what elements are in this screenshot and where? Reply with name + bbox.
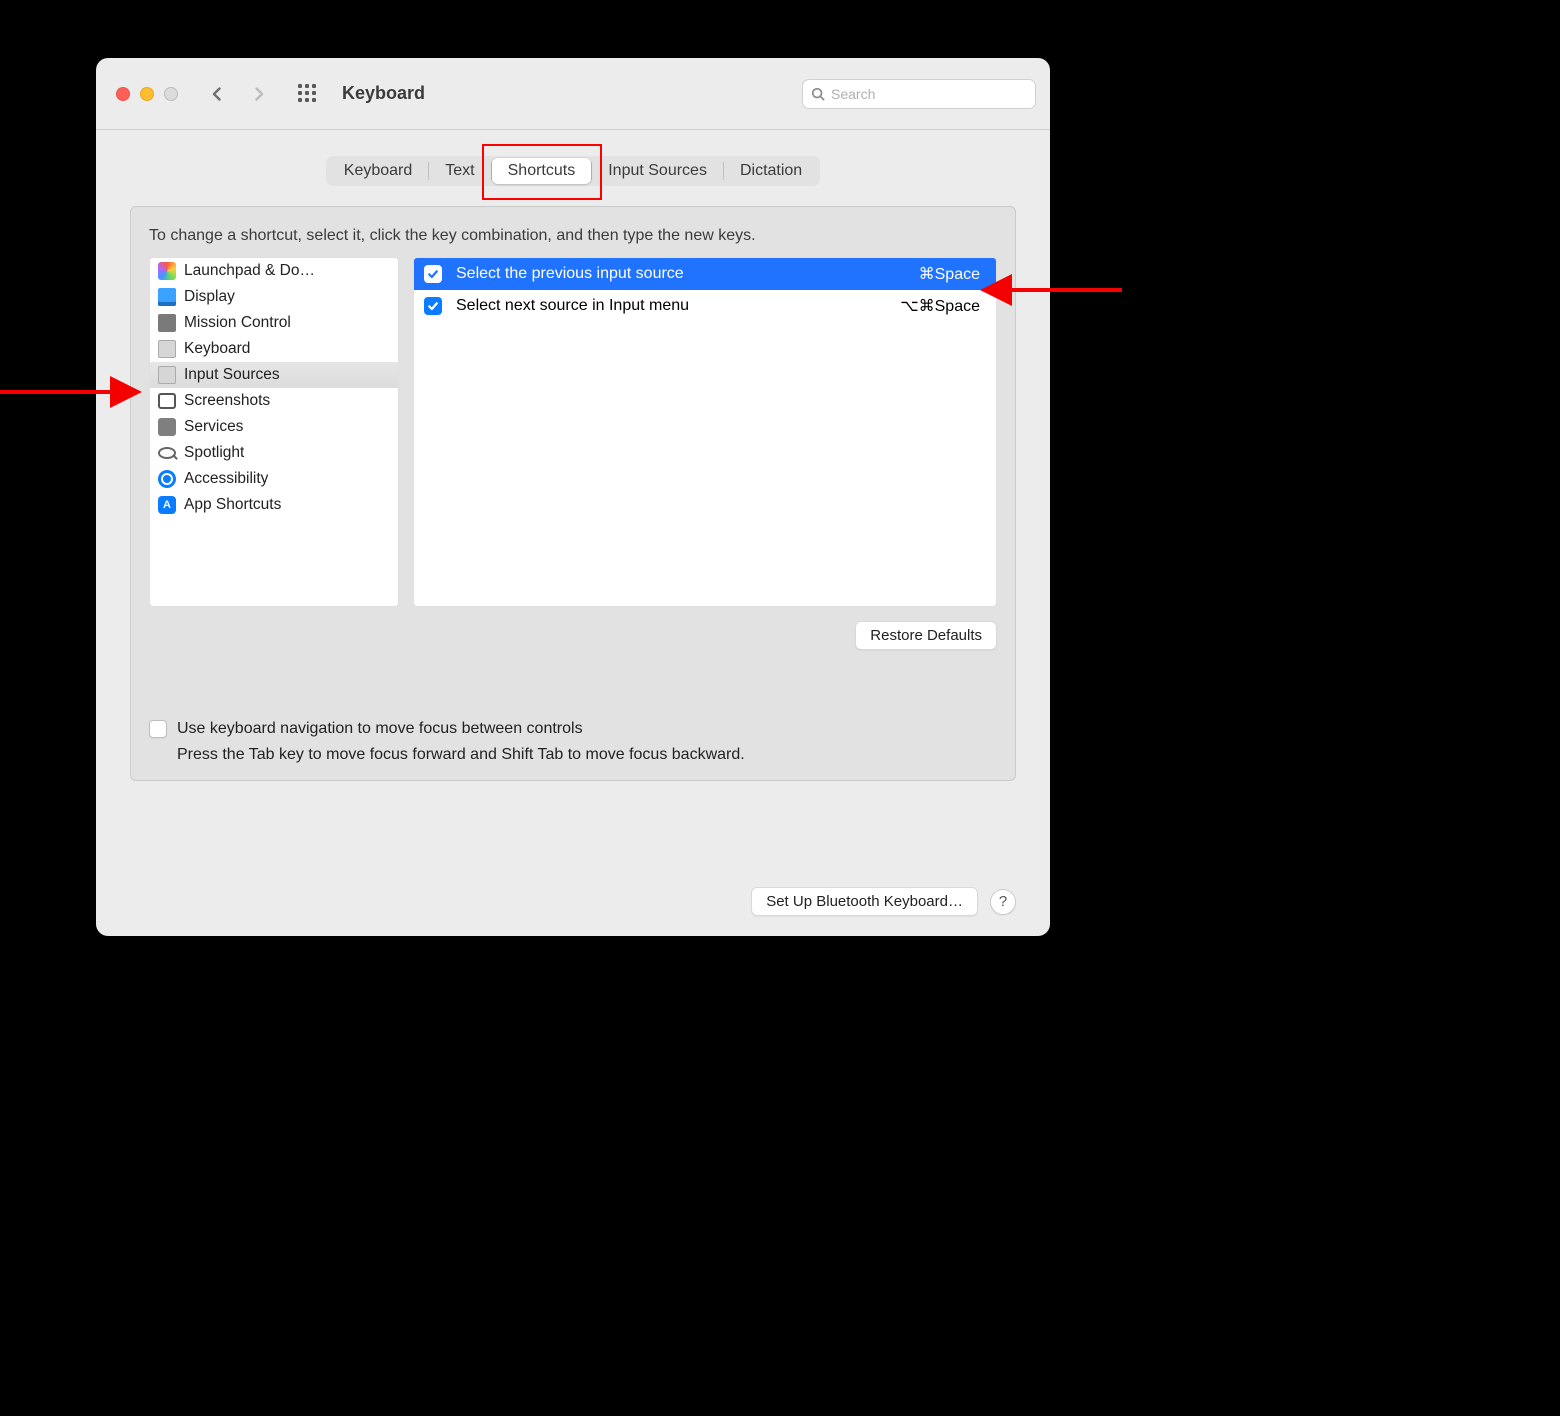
window-title: Keyboard: [342, 83, 425, 104]
tab-bar: KeyboardTextShortcutsInput SourcesDictat…: [326, 156, 820, 186]
category-launchpad[interactable]: Launchpad & Do…: [150, 258, 398, 284]
back-button[interactable]: [206, 83, 228, 105]
category-label: Services: [184, 418, 243, 436]
category-label: Spotlight: [184, 444, 244, 462]
launchpad-icon: [158, 262, 176, 280]
restore-defaults-button[interactable]: Restore Defaults: [855, 621, 997, 650]
kbnav-checkbox[interactable]: [149, 720, 167, 738]
tab-keyboard[interactable]: Keyboard: [328, 158, 429, 184]
instruction-text: To change a shortcut, select it, click t…: [149, 227, 997, 245]
category-label: Launchpad & Do…: [184, 262, 315, 280]
tab-input-sources[interactable]: Input Sources: [592, 158, 723, 184]
appshort-icon: [158, 496, 176, 514]
spotlight-icon: [158, 447, 176, 459]
category-label: Input Sources: [184, 366, 280, 384]
category-screenshot[interactable]: Screenshots: [150, 388, 398, 414]
category-label: Accessibility: [184, 470, 268, 488]
shortcuts-panel: To change a shortcut, select it, click t…: [130, 206, 1016, 781]
category-label: Display: [184, 288, 235, 306]
category-appshort[interactable]: App Shortcuts: [150, 492, 398, 518]
category-list[interactable]: Launchpad & Do… Display Mission Control Key…: [149, 257, 399, 607]
services-icon: [158, 418, 176, 436]
tabs-container: KeyboardTextShortcutsInput SourcesDictat…: [326, 156, 820, 186]
keyboard-nav-section: Use keyboard navigation to move focus be…: [149, 720, 997, 764]
zoom-button[interactable]: [164, 87, 178, 101]
search-field[interactable]: [802, 79, 1036, 109]
category-services[interactable]: Services: [150, 414, 398, 440]
category-keyboard[interactable]: Keyboard: [150, 336, 398, 362]
nav-buttons: [206, 83, 270, 105]
category-mission[interactable]: Mission Control: [150, 310, 398, 336]
search-input[interactable]: [831, 86, 1027, 102]
search-icon: [811, 87, 825, 101]
category-label: Screenshots: [184, 392, 270, 410]
minimize-button[interactable]: [140, 87, 154, 101]
kbnav-subtext: Press the Tab key to move focus forward …: [177, 746, 997, 764]
titlebar: Keyboard: [96, 58, 1050, 130]
shortcut-checkbox[interactable]: [424, 297, 442, 315]
window-controls: [116, 87, 178, 101]
category-label: Keyboard: [184, 340, 250, 358]
shortcut-label: Select next source in Input menu: [456, 297, 886, 315]
shortcut-keys[interactable]: ⌘Space: [919, 264, 980, 284]
close-button[interactable]: [116, 87, 130, 101]
category-spotlight[interactable]: Spotlight: [150, 440, 398, 466]
forward-button[interactable]: [248, 83, 270, 105]
tab-dictation[interactable]: Dictation: [724, 158, 818, 184]
shortcut-checkbox[interactable]: [424, 265, 442, 283]
bluetooth-keyboard-button[interactable]: Set Up Bluetooth Keyboard…: [751, 887, 978, 916]
keyboard-icon: [158, 340, 176, 358]
category-input[interactable]: Input Sources: [150, 362, 398, 388]
display-icon: [158, 288, 176, 306]
screenshot-icon: [158, 393, 176, 409]
help-button[interactable]: ?: [990, 889, 1016, 915]
shortcut-row[interactable]: Select the previous input source ⌘Space: [414, 258, 996, 290]
content-area: KeyboardTextShortcutsInput SourcesDictat…: [96, 130, 1050, 936]
footer-row: Set Up Bluetooth Keyboard… ?: [130, 869, 1016, 916]
tab-text[interactable]: Text: [429, 158, 490, 184]
category-access[interactable]: Accessibility: [150, 466, 398, 492]
shortcut-label: Select the previous input source: [456, 265, 905, 283]
show-all-icon[interactable]: [298, 84, 318, 104]
access-icon: [158, 470, 176, 488]
shortcut-list[interactable]: Select the previous input source⌘SpaceSe…: [413, 257, 997, 607]
input-icon: [158, 366, 176, 384]
shortcut-row[interactable]: Select next source in Input menu ⌥⌘Space: [414, 290, 996, 322]
preferences-window: Keyboard KeyboardTextShortcutsInput Sour…: [96, 58, 1050, 936]
kbnav-label: Use keyboard navigation to move focus be…: [177, 720, 583, 738]
category-display[interactable]: Display: [150, 284, 398, 310]
lists-row: Launchpad & Do… Display Mission Control Key…: [149, 257, 997, 607]
category-label: Mission Control: [184, 314, 291, 332]
mission-icon: [158, 314, 176, 332]
tab-shortcuts[interactable]: Shortcuts: [492, 158, 592, 184]
category-label: App Shortcuts: [184, 496, 281, 514]
shortcut-keys[interactable]: ⌥⌘Space: [900, 296, 980, 316]
